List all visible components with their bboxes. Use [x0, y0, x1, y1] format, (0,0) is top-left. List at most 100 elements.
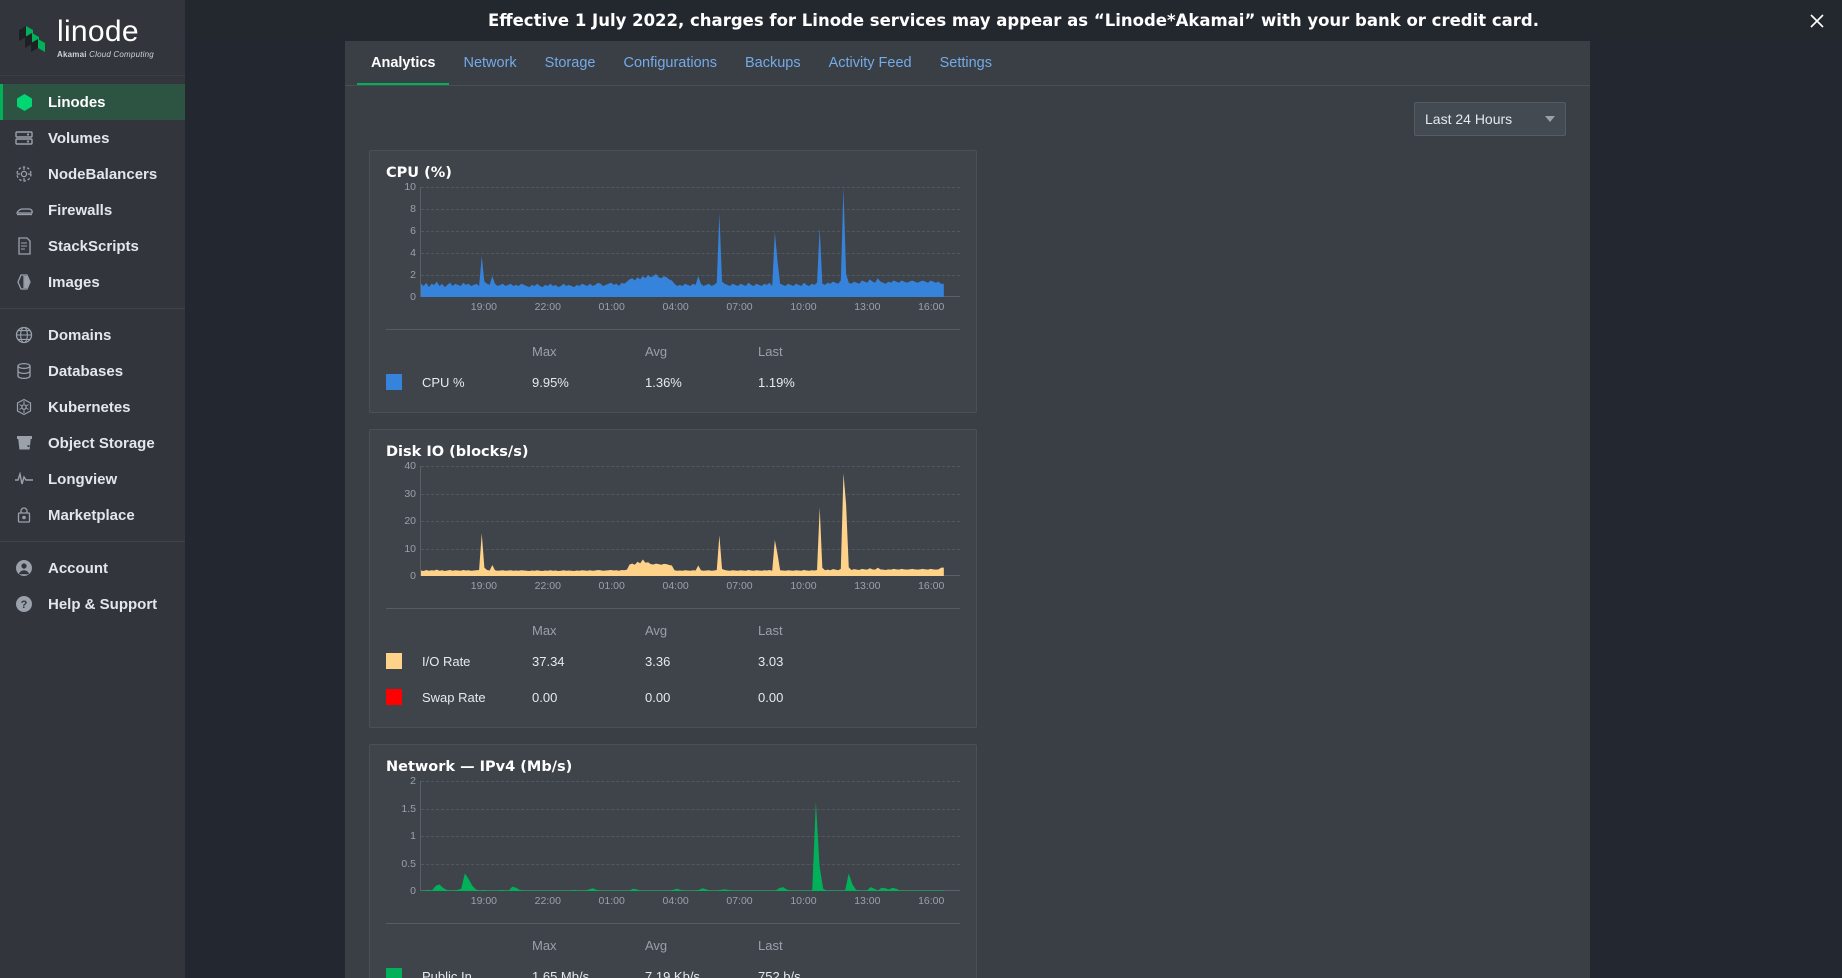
x-tick-label: 16:00 [918, 301, 945, 313]
legend-swatch-cell [386, 374, 422, 390]
marketplace-bag-icon [12, 506, 36, 524]
legend-cpu: Max Avg Last CPU % 9.95% 1.36% 1.19% [386, 329, 960, 400]
x-tick-label: 13:00 [854, 580, 881, 592]
legend-avg-header: Avg [645, 343, 668, 359]
sidebar-item-databases[interactable]: Databases [0, 353, 185, 389]
y-tick-label: 2 [410, 269, 416, 281]
x-tick-label: 10:00 [790, 580, 817, 592]
chart-title-disk-io: Disk IO (blocks/s) [386, 444, 529, 460]
kubernetes-icon [12, 398, 36, 416]
chart-card-network-ipv4: Network — IPv4 (Mb/s) 0 0.5 1 1.5 2 19:00 22:… [369, 744, 977, 978]
sidebar-item-domains[interactable]: Domains [0, 317, 185, 353]
plot-area-cpu: 0 2 4 6 8 10 [386, 181, 960, 303]
promo-banner: Effective 1 July 2022, charges for Linod… [185, 0, 1842, 41]
x-tick-label: 01:00 [598, 895, 625, 907]
plot-network-ipv4[interactable] [420, 781, 960, 891]
y-tick-label: 8 [410, 203, 416, 215]
plot-area-network-ipv4: 0 0.5 1 1.5 2 [386, 775, 960, 897]
chevron-down-icon [1545, 116, 1555, 122]
y-tick-label: 1.5 [401, 802, 416, 815]
sidebar-item-linodes[interactable]: Linodes [0, 84, 185, 120]
x-axis-network-ipv4: 19:00 22:00 01:00 04:00 07:00 10:00 13:00 16:00 [420, 891, 960, 913]
sidebar-item-volumes[interactable]: Volumes [0, 120, 185, 156]
legend-row[interactable]: Public In 1.65 Mb/s 7.19 Kb/s 752 b/s [386, 958, 960, 978]
legend-avg-header: Avg [645, 937, 668, 953]
sidebar-label-longview: Longview [48, 470, 118, 488]
sidebar-item-marketplace[interactable]: Marketplace [0, 497, 185, 533]
legend-color-swatch [386, 374, 402, 390]
y-tick-label: 0.5 [401, 857, 416, 870]
banner-message: Effective 1 July 2022, charges for Linod… [487, 11, 1540, 30]
sidebar-label-kubernetes: Kubernetes [48, 398, 131, 416]
sidebar-label-nodebalancers: NodeBalancers [48, 165, 158, 183]
plot-disk-io[interactable] [420, 466, 960, 576]
legend-row[interactable]: I/O Rate 37.34 3.36 3.03 [386, 643, 960, 679]
x-tick-label: 04:00 [662, 580, 689, 592]
y-axis-cpu: 0 2 4 6 8 10 [386, 181, 420, 303]
legend-last-header: Last [758, 343, 783, 359]
tab-configurations[interactable]: Configurations [609, 41, 731, 85]
sidebar-item-object-storage[interactable]: Object Storage [0, 425, 185, 461]
time-range-select[interactable]: Last 24 Hours [1414, 102, 1566, 136]
x-tick-label: 19:00 [470, 301, 498, 313]
tab-analytics[interactable]: Analytics [357, 41, 450, 85]
x-tick-label: 04:00 [662, 895, 689, 907]
tab-storage[interactable]: Storage [531, 41, 610, 85]
sidebar-item-firewalls[interactable]: Firewalls [0, 192, 185, 228]
legend-row[interactable]: CPU % 9.95% 1.36% 1.19% [386, 364, 960, 400]
legend-last-value: 1.19% [758, 374, 795, 390]
detail-panel: Analytics Network Storage Configurations… [345, 41, 1590, 978]
question-circle-icon: ? [12, 595, 36, 613]
legend-swatch-cell [386, 653, 422, 669]
content-area: Analytics Network Storage Configurations… [185, 41, 1842, 978]
brand-text: linode Akamai Cloud Computing [57, 16, 154, 59]
svg-text:?: ? [21, 599, 28, 611]
close-icon[interactable] [1806, 10, 1828, 32]
sidebar-item-kubernetes[interactable]: Kubernetes [0, 389, 185, 425]
x-tick-label: 04:00 [662, 301, 689, 313]
plot-area-disk-io: 0 10 20 30 40 [386, 460, 960, 582]
legend-max-value: 0.00 [532, 689, 558, 705]
images-icon [12, 273, 36, 291]
sidebar-item-help-support[interactable]: ? Help & Support [0, 586, 185, 622]
y-tick-label: 10 [404, 542, 416, 555]
sidebar-item-longview[interactable]: Longview [0, 461, 185, 497]
chart-title-cpu: CPU (%) [386, 165, 452, 181]
sidebar-item-stackscripts[interactable]: StackScripts [0, 228, 185, 264]
x-tick-label: 16:00 [918, 580, 945, 592]
legend-max-value: 9.95% [532, 374, 569, 390]
legend-avg-header: Avg [645, 622, 668, 638]
chart-card-disk-io: Disk IO (blocks/s) 0 10 20 30 40 19:00 22:00 0… [369, 429, 977, 728]
y-tick-label: 1 [410, 830, 416, 842]
time-range-row: Last 24 Hours [369, 102, 1566, 136]
brand-logo[interactable]: linode Akamai Cloud Computing [0, 0, 185, 76]
tab-settings[interactable]: Settings [926, 41, 1006, 85]
plot-canvas [421, 187, 944, 297]
tab-network[interactable]: Network [449, 41, 530, 85]
nodebalancer-icon [12, 165, 36, 183]
sidebar-group-account: Account ? Help & Support [0, 542, 185, 630]
sidebar-item-account[interactable]: Account [0, 550, 185, 586]
tab-backups[interactable]: Backups [731, 41, 815, 85]
legend-max-value: 1.65 Mb/s [532, 968, 590, 978]
x-axis-cpu: 19:00 22:00 01:00 04:00 07:00 10:00 13:00 16:00 [420, 297, 960, 319]
x-tick-label: 07:00 [726, 895, 753, 907]
x-tick-label: 19:00 [470, 895, 498, 907]
legend-disk-io: Max Avg Last I/O Rate 37.34 3.36 3.03 Swap Rate… [386, 608, 960, 715]
sidebar-label-object-storage: Object Storage [48, 434, 155, 452]
y-tick-label: 0 [410, 291, 416, 303]
x-tick-label: 13:00 [854, 301, 881, 313]
x-tick-label: 22:00 [534, 580, 561, 592]
pulse-icon [12, 472, 36, 486]
sidebar-label-domains: Domains [48, 326, 112, 344]
legend-row[interactable]: Swap Rate 0.00 0.00 0.00 [386, 679, 960, 715]
plot-cpu[interactable] [420, 187, 960, 297]
volume-icon [12, 129, 36, 147]
x-tick-label: 10:00 [790, 301, 817, 313]
y-axis-network-ipv4: 0 0.5 1 1.5 2 [386, 775, 420, 897]
sidebar-item-nodebalancers[interactable]: NodeBalancers [0, 156, 185, 192]
tab-activity-feed[interactable]: Activity Feed [815, 41, 926, 85]
sidebar-item-images[interactable]: Images [0, 264, 185, 300]
x-tick-label: 07:00 [726, 301, 753, 313]
sidebar-label-help-support: Help & Support [48, 595, 158, 613]
